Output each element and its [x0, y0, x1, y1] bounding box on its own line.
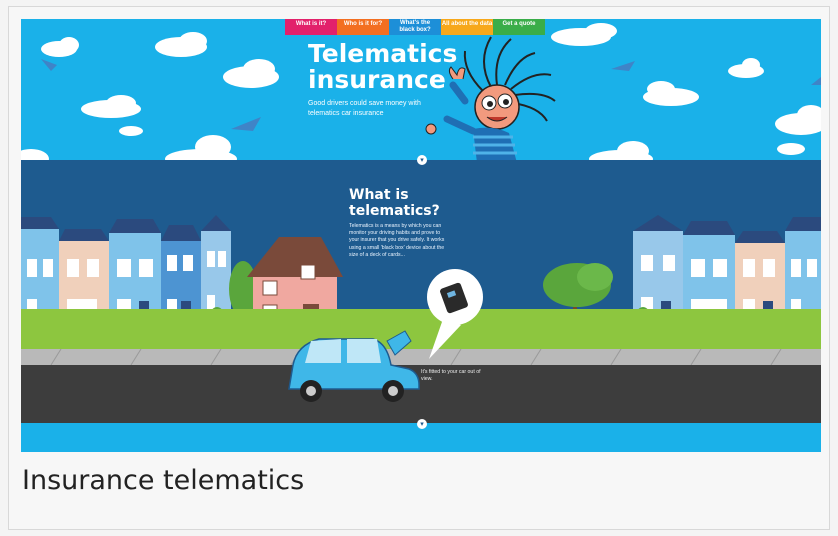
image-card: What is it? Who is it for? What's the bl… [8, 6, 830, 530]
nav-tab-data[interactable]: All about the data [441, 19, 493, 35]
nav-tab-black-box[interactable]: What's the black box? [389, 19, 441, 35]
website-screenshot: What is it? Who is it for? What's the bl… [21, 19, 821, 452]
chevron-down-icon[interactable]: ▾ [417, 419, 427, 429]
section-title: What is telematics? [349, 187, 440, 219]
road-caption: It's fitted to your car out of view. [421, 369, 481, 383]
pavement [21, 349, 821, 365]
nav-tab-who-is-it-for[interactable]: Who is it for? [337, 19, 389, 35]
section-body: Telematics is a means by which you can m… [349, 223, 445, 258]
nav-tab-what-is-it[interactable]: What is it? [285, 19, 337, 35]
top-nav: What is it? Who is it for? What's the bl… [285, 19, 545, 35]
image-caption: Insurance telematics [22, 465, 305, 496]
hero-subtitle: Good drivers could save money with telem… [308, 100, 421, 117]
chevron-down-icon[interactable]: ▾ [417, 155, 427, 165]
nav-tab-get-quote[interactable]: Get a quote [493, 19, 545, 35]
hero-title: Telematics insurance [308, 39, 458, 94]
